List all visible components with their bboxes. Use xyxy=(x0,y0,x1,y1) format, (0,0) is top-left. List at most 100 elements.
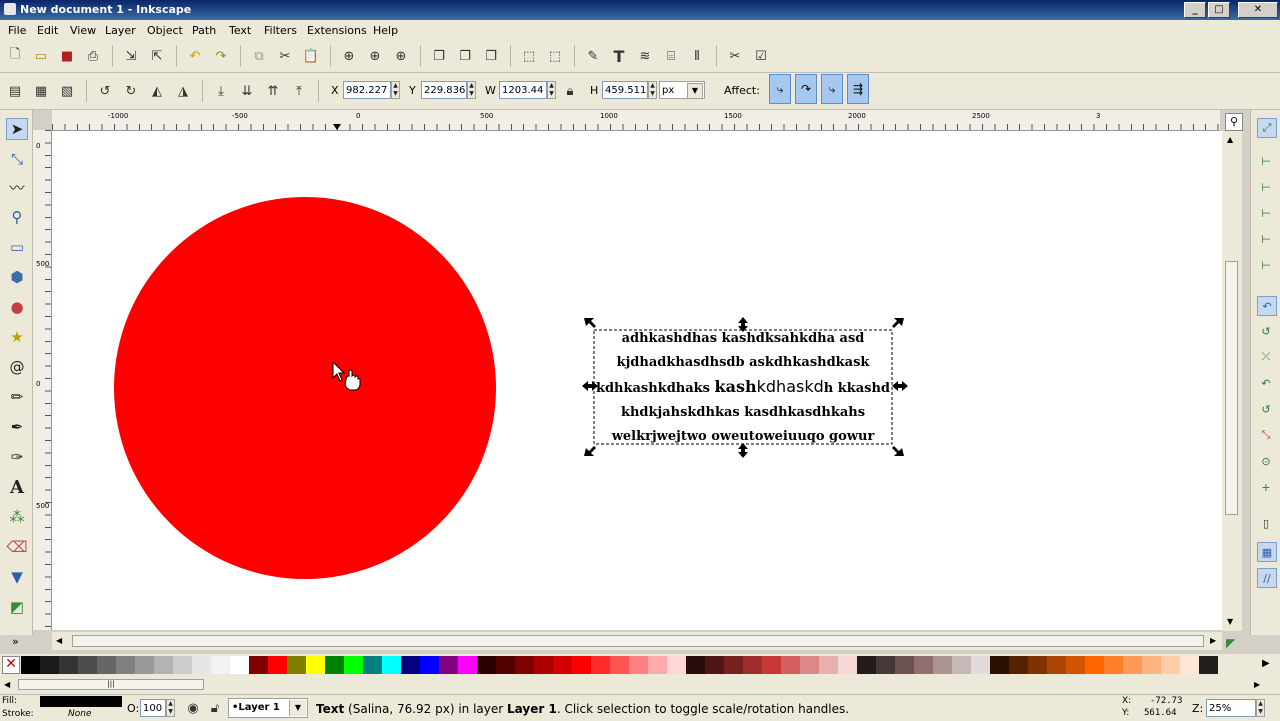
scroll-left-icon[interactable]: ◀ xyxy=(56,636,62,645)
color-swatch[interactable] xyxy=(59,656,78,674)
color-swatch[interactable] xyxy=(591,656,610,674)
color-swatch[interactable] xyxy=(553,656,572,674)
color-swatch[interactable] xyxy=(1142,656,1161,674)
color-swatch[interactable] xyxy=(477,656,496,674)
color-swatch[interactable] xyxy=(78,656,97,674)
no-paint-swatch[interactable]: ✕ xyxy=(2,656,20,674)
menu-view[interactable]: View xyxy=(70,24,96,37)
color-swatch[interactable] xyxy=(933,656,952,674)
menu-filters[interactable]: Filters xyxy=(264,24,297,37)
zoom-selection-icon[interactable]: ⊕ xyxy=(340,47,358,65)
color-swatch[interactable] xyxy=(401,656,420,674)
y-spin-button[interactable]: ▲ ▼ xyxy=(467,81,476,99)
color-swatch[interactable] xyxy=(895,656,914,674)
snap-smooth-icon[interactable]: ↺ xyxy=(1257,400,1275,418)
color-swatch[interactable] xyxy=(800,656,819,674)
color-swatch[interactable] xyxy=(363,656,382,674)
zoom-drawing-icon[interactable]: ⊕ xyxy=(366,47,384,65)
color-manage-icon[interactable]: ◤ xyxy=(1226,636,1235,650)
color-swatch[interactable] xyxy=(249,656,268,674)
snap-midpoint-icon[interactable]: ⤡ xyxy=(1257,426,1275,444)
close-button[interactable]: ✕ xyxy=(1238,2,1278,18)
ellipse-tool-icon[interactable]: ● xyxy=(6,296,28,318)
snap-object-center-icon[interactable]: ⊙ xyxy=(1257,452,1275,470)
paste-icon[interactable]: 📋 xyxy=(302,47,320,65)
export-icon[interactable]: ⇱ xyxy=(148,47,166,65)
deselect-icon[interactable]: ▧ xyxy=(58,82,76,100)
color-swatch[interactable] xyxy=(40,656,59,674)
color-swatch[interactable] xyxy=(173,656,192,674)
pencil-tool-icon[interactable]: ✏ xyxy=(6,386,28,408)
open-icon[interactable]: ▭ xyxy=(32,47,50,65)
rectangle-tool-icon[interactable]: ▭ xyxy=(6,236,28,258)
fill-stroke-icon[interactable]: ✎ xyxy=(584,47,602,65)
snap-bbox-midpoint-icon[interactable]: ⊢ xyxy=(1257,230,1275,248)
layer-lock-icon[interactable]: 🔓︎ xyxy=(206,699,224,717)
zoom-page-icon[interactable]: ⊕ xyxy=(392,47,410,65)
color-swatch[interactable] xyxy=(515,656,534,674)
pen-tool-icon[interactable]: ✒ xyxy=(6,416,28,438)
snap-grid-icon[interactable]: ▦ xyxy=(1257,542,1277,562)
color-swatch[interactable] xyxy=(192,656,211,674)
snap-cusp-icon[interactable]: ↶ xyxy=(1257,374,1275,392)
lower-icon[interactable]: ⇊ xyxy=(238,82,256,100)
x-spin-button[interactable]: ▲ ▼ xyxy=(391,81,400,99)
color-swatch[interactable] xyxy=(287,656,306,674)
fill-indicator[interactable] xyxy=(40,696,122,707)
selector-tool-icon[interactable]: ➤ xyxy=(6,118,28,140)
raise-icon[interactable]: ⇈ xyxy=(264,82,282,100)
snap-nodes-icon[interactable]: ↶ xyxy=(1257,296,1277,316)
align-distribute-icon[interactable]: ⫴ xyxy=(688,47,706,65)
zoom-spin-button[interactable]: ▲ ▼ xyxy=(1256,699,1265,717)
color-swatch[interactable] xyxy=(838,656,857,674)
cut-icon[interactable]: ✂ xyxy=(276,47,294,65)
rotate-cw-icon[interactable]: ↻ xyxy=(122,82,140,100)
color-swatch[interactable] xyxy=(857,656,876,674)
new-document-icon[interactable]: 🗋 xyxy=(6,47,24,65)
color-swatch[interactable] xyxy=(135,656,154,674)
layers-icon[interactable]: ≋ xyxy=(636,47,654,65)
color-swatch[interactable] xyxy=(1161,656,1180,674)
color-swatch[interactable] xyxy=(325,656,344,674)
color-swatch[interactable] xyxy=(914,656,933,674)
spiral-tool-icon[interactable]: @ xyxy=(6,356,28,378)
3d-box-tool-icon[interactable]: ⬢ xyxy=(6,266,28,288)
color-swatch[interactable] xyxy=(211,656,230,674)
color-swatch[interactable] xyxy=(876,656,895,674)
tweak-tool-icon[interactable]: 〰 xyxy=(6,176,28,198)
zoom-input[interactable]: 25% xyxy=(1206,699,1256,717)
rotate-ccw-icon[interactable]: ↺ xyxy=(96,82,114,100)
menu-file[interactable]: File xyxy=(8,24,26,37)
flip-horizontal-icon[interactable]: ◭ xyxy=(148,82,166,100)
gradient-tool-icon[interactable]: ◩ xyxy=(6,596,28,618)
menu-extensions[interactable]: Extensions xyxy=(307,24,367,37)
color-swatch[interactable] xyxy=(306,656,325,674)
select-all-layers-icon[interactable]: ▦ xyxy=(32,82,50,100)
undo-icon[interactable]: ↶ xyxy=(186,47,204,65)
minimize-button[interactable]: _ xyxy=(1184,2,1206,18)
color-swatch[interactable] xyxy=(686,656,705,674)
text-font-icon[interactable]: T xyxy=(610,47,628,66)
color-swatch[interactable] xyxy=(1199,656,1218,674)
import-icon[interactable]: ⇲ xyxy=(122,47,140,65)
snap-intersection-icon[interactable]: ⤫ xyxy=(1257,348,1275,366)
paint-bucket-tool-icon[interactable]: ▼ xyxy=(6,566,28,588)
toolbox-overflow-icon[interactable]: » xyxy=(12,635,19,648)
color-swatch[interactable] xyxy=(1180,656,1199,674)
zoom-tool-icon[interactable]: ⚲ xyxy=(6,206,28,228)
red-circle[interactable] xyxy=(114,197,496,579)
color-swatch[interactable] xyxy=(1066,656,1085,674)
color-swatch[interactable] xyxy=(1104,656,1123,674)
star-tool-icon[interactable]: ★ xyxy=(6,326,28,348)
menu-text[interactable]: Text xyxy=(229,24,251,37)
color-swatch[interactable] xyxy=(344,656,363,674)
ungroup-icon[interactable]: ⬚ xyxy=(546,47,564,65)
palette-scroll-right-icon[interactable]: ▶ xyxy=(1254,680,1260,689)
lower-to-bottom-icon[interactable]: ⤓ xyxy=(212,82,230,100)
affect-gradients-toggle[interactable]: ⤷ xyxy=(821,74,843,104)
menu-path[interactable]: Path xyxy=(192,24,216,37)
unlink-clone-icon[interactable]: ❐ xyxy=(482,47,500,65)
snap-toggle-icon[interactable]: ⤢ xyxy=(1257,118,1277,138)
vertical-scroll-thumb[interactable] xyxy=(1225,261,1238,515)
snap-bbox-icon[interactable]: ⊢ xyxy=(1257,152,1275,170)
